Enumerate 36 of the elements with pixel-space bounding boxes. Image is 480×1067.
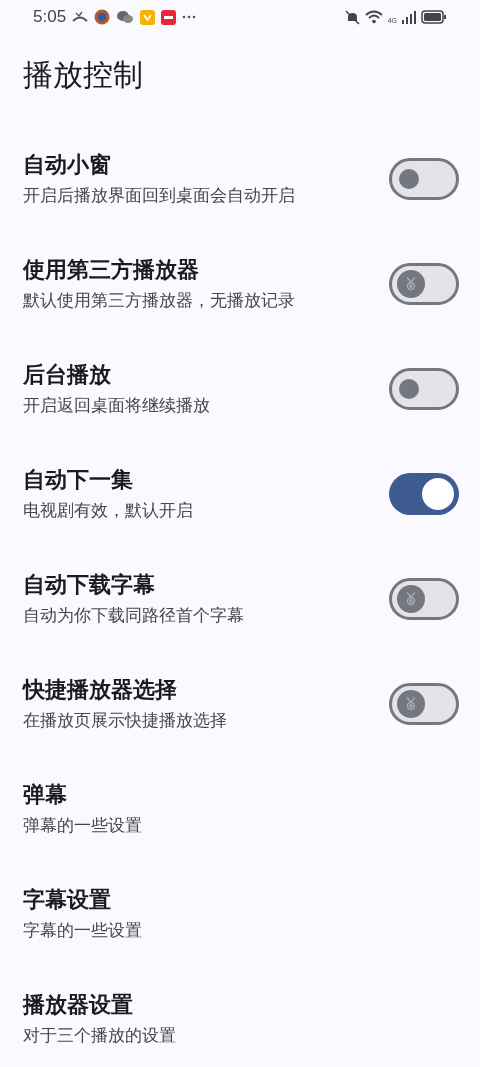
setting-description: 默认使用第三方播放器，无播放记录: [23, 289, 295, 312]
setting-title: 自动小窗: [23, 150, 112, 179]
missed-call-icon: [72, 11, 89, 23]
setting-description: 自动为你下载同路径首个字幕: [23, 604, 244, 627]
setting-description: 开启返回桌面将继续播放: [23, 394, 210, 417]
signal-icon: [402, 10, 416, 24]
setting-title: 播放器设置: [23, 990, 134, 1019]
page-title: 播放控制: [23, 57, 144, 93]
setting-title: 弹幕: [23, 780, 68, 809]
app-icon: [140, 9, 156, 25]
setting-title: 后台播放: [23, 360, 112, 389]
toggle-switch[interactable]: [389, 472, 459, 515]
setting-description: 字幕的一些设置: [23, 919, 142, 942]
toggle-switch[interactable]: [389, 157, 459, 200]
setting-title: 自动下一集: [23, 465, 134, 494]
toggle-switch[interactable]: [389, 682, 459, 725]
setting-title: 使用第三方播放器: [23, 255, 200, 284]
app-icon: [161, 9, 177, 25]
setting-description: 弹幕的一些设置: [23, 814, 142, 837]
bell-muted-icon: [344, 9, 360, 25]
setting-description: 对于三个播放的设置: [23, 1024, 176, 1047]
setting-description: 开启后播放界面回到桌面会自动开启: [23, 184, 295, 207]
chat-icon: [116, 10, 135, 24]
more-icon: [182, 15, 197, 19]
battery-icon: [421, 10, 447, 24]
wifi-icon: [364, 10, 383, 24]
setting-title: 字幕设置: [23, 885, 112, 914]
toggle-switch[interactable]: [389, 262, 459, 305]
setting-title: 快捷播放器选择: [23, 675, 178, 704]
setting-description: 电视剧有效，默认开启: [23, 499, 193, 522]
app-icon: [94, 9, 111, 25]
toggle-switch[interactable]: [389, 367, 459, 410]
setting-title: 自动下载字幕: [23, 570, 156, 599]
status-time: 5:05: [33, 6, 67, 29]
toggle-switch[interactable]: [389, 577, 459, 620]
setting-description: 在播放页展示快捷播放选择: [23, 709, 227, 732]
